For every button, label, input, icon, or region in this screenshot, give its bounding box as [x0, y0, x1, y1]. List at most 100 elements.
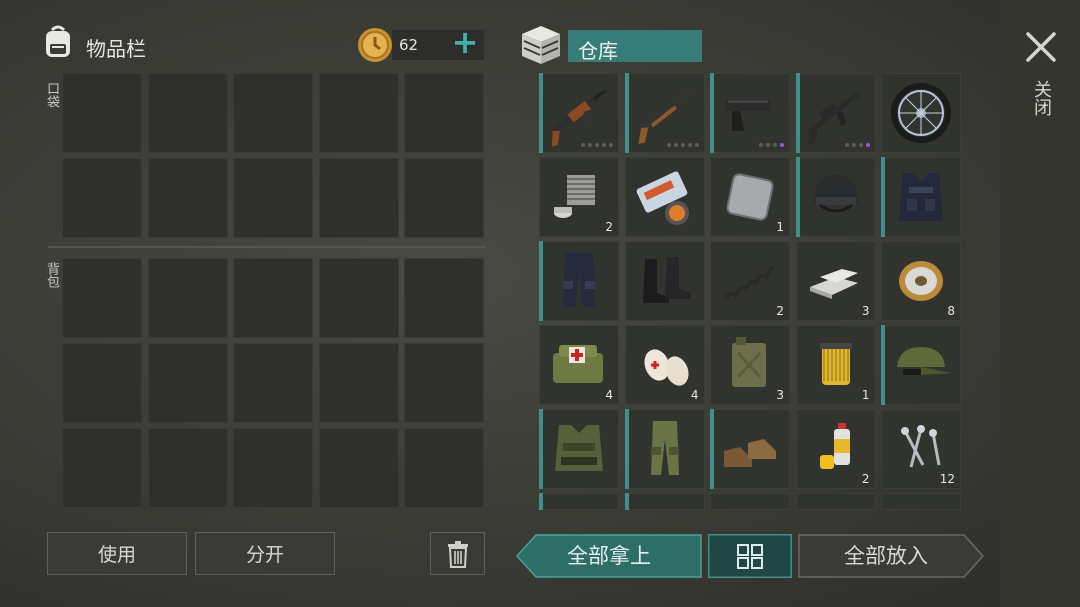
split-button[interactable]: 分开	[195, 532, 335, 575]
police-vest-icon	[899, 173, 943, 221]
inventory-slot[interactable]	[233, 258, 313, 338]
storage-slot-medical-bag[interactable]: 4	[539, 325, 619, 405]
police-pants-icon	[563, 253, 595, 307]
storage-slot-pump-shotgun[interactable]	[624, 73, 705, 153]
storage-slot-camo-vest[interactable]	[539, 409, 619, 489]
storage-slot-black-boots[interactable]	[624, 241, 705, 321]
storage-slot-partial[interactable]	[795, 493, 876, 510]
backpack-label: 背包	[44, 262, 59, 288]
storage-slot-partial[interactable]	[624, 493, 705, 510]
ak-rifle-icon	[549, 89, 606, 147]
inventory-title: 物品栏	[86, 37, 146, 61]
camo-pants-icon	[650, 421, 679, 475]
inventory-slot[interactable]	[318, 158, 399, 238]
storage-slot-engine-cylinder[interactable]: 2	[539, 157, 619, 237]
pocket-label: 口袋	[44, 82, 59, 108]
inventory-slot[interactable]	[62, 428, 142, 508]
inventory-slot[interactable]	[318, 428, 399, 508]
storage-slot-military-cap[interactable]	[881, 325, 961, 405]
inventory-slot[interactable]	[147, 343, 228, 423]
inventory-slot[interactable]	[404, 158, 484, 238]
wheel-icon	[891, 83, 951, 143]
inventory-slot[interactable]	[147, 428, 228, 508]
storage-slot-camo-pants[interactable]	[624, 409, 705, 489]
storage-slot-metal-bars[interactable]: 3	[795, 241, 876, 321]
inventory-slot[interactable]	[62, 343, 142, 423]
durability-dots	[666, 143, 699, 147]
use-button[interactable]: 使用	[47, 532, 187, 575]
item-count: 2	[776, 304, 784, 318]
item-count: 3	[861, 304, 870, 318]
inventory-slot[interactable]	[318, 73, 399, 153]
put-all-label: 全部放入	[844, 544, 928, 568]
sort-button[interactable]	[708, 534, 792, 578]
inventory-slot[interactable]	[233, 158, 313, 238]
inventory-slot[interactable]	[404, 343, 484, 423]
storage-slot-steel-plate[interactable]: 1	[710, 157, 790, 237]
durability-dots	[844, 143, 870, 147]
item-count: 12	[939, 472, 955, 486]
close-icon[interactable]	[1024, 30, 1058, 64]
storage-title: 仓库	[578, 39, 618, 63]
inventory-slot[interactable]	[404, 73, 484, 153]
item-count: 1	[861, 388, 870, 402]
storage-slot-partial[interactable]	[881, 493, 961, 510]
m16-rifle-icon	[806, 91, 860, 146]
section-divider	[48, 246, 486, 248]
storage-slot-partial[interactable]	[539, 493, 619, 510]
storage-slot-brown-boots[interactable]	[710, 409, 790, 489]
storage-slot-spray-paint[interactable]: 2	[795, 409, 876, 489]
item-count: 2	[861, 472, 870, 486]
coin-icon	[356, 26, 394, 64]
inventory-slot[interactable]	[62, 158, 142, 238]
storage-slot-wheel[interactable]	[881, 73, 961, 153]
pump-shotgun-icon	[637, 88, 692, 144]
inventory-slot[interactable]	[233, 428, 313, 508]
tactical-helmet-icon	[813, 175, 858, 213]
grid-sort-icon	[737, 544, 763, 569]
durability-dots	[759, 143, 784, 147]
inventory-slot[interactable]	[62, 258, 142, 338]
take-all-label: 全部拿上	[567, 544, 651, 568]
inventory-slot[interactable]	[318, 343, 399, 423]
currency-amount: 62	[399, 36, 419, 54]
storage-slot-oil-filter[interactable]: 1	[795, 325, 876, 405]
storage-slot-nails[interactable]: 12	[881, 409, 961, 489]
storage-slot-ak-rifle[interactable]	[539, 73, 619, 153]
inventory-slot[interactable]	[404, 428, 484, 508]
storage-slot-police-pants[interactable]	[539, 241, 619, 321]
storage-slot-tactical-helmet[interactable]	[795, 157, 876, 237]
inventory-slot[interactable]	[233, 73, 313, 153]
trash-button[interactable]	[430, 532, 485, 575]
item-count: 4	[605, 388, 613, 402]
item-count: 8	[947, 304, 955, 318]
inventory-slot[interactable]	[147, 73, 228, 153]
item-count: 1	[776, 220, 784, 234]
storage-slot-spring[interactable]: 2	[710, 241, 790, 321]
item-count: 4	[690, 388, 699, 402]
storage-slot-bandages[interactable]: 4	[624, 325, 705, 405]
take-all-button[interactable]: 全部拿上	[516, 534, 702, 578]
close-label[interactable]: 关闭	[1030, 80, 1052, 116]
inventory-slot[interactable]	[404, 258, 484, 338]
storage-slot-partial[interactable]	[710, 493, 790, 510]
item-count: 2	[605, 220, 613, 234]
inventory-slot[interactable]	[233, 343, 313, 423]
black-boots-icon	[642, 257, 691, 303]
storage-slot-jerrycan[interactable]: 3	[710, 325, 790, 405]
storage-slot-m16-rifle[interactable]	[795, 73, 876, 153]
storage-slot-duct-tape-rolls[interactable]	[624, 157, 705, 237]
item-count: 3	[776, 388, 784, 402]
put-all-button[interactable]: 全部放入	[798, 534, 984, 578]
inventory-slot[interactable]	[62, 73, 142, 153]
inventory-slot[interactable]	[147, 258, 228, 338]
storage-slot-wire-spool[interactable]: 8	[881, 241, 961, 321]
storage-slot-police-vest[interactable]	[881, 157, 961, 237]
inventory-slot[interactable]	[147, 158, 228, 238]
inventory-slot[interactable]	[318, 258, 399, 338]
trash-icon	[447, 540, 468, 568]
brown-boots-icon	[724, 439, 776, 467]
add-currency-button[interactable]: +	[450, 24, 480, 60]
storage-slot-pistol[interactable]	[710, 73, 790, 153]
camo-vest-icon	[555, 425, 603, 471]
